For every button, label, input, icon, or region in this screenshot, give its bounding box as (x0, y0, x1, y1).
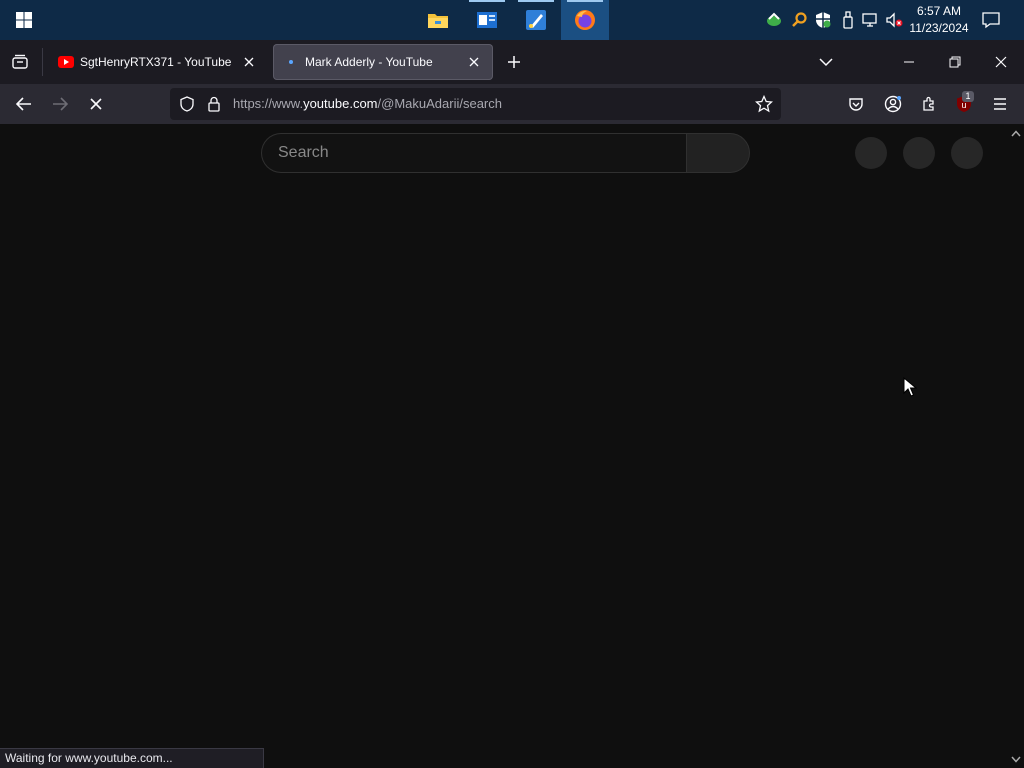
tab-list-icon (12, 54, 28, 69)
account-icon (884, 95, 902, 113)
youtube-favicon-icon (58, 56, 74, 68)
browser-tab-strip: SgtHenryRTX371 - YouTube Mark Adderly - … (0, 40, 1024, 84)
firefox-icon (575, 10, 595, 30)
header-placeholder-button[interactable] (951, 137, 983, 169)
mail-app-icon (477, 12, 497, 28)
puzzle-piece-icon (923, 96, 934, 111)
firefox-view-button[interactable] (6, 48, 34, 76)
account-button[interactable] (879, 90, 907, 118)
plus-icon (508, 56, 520, 68)
system-clock[interactable]: 6:57 AM 11/23/2024 (904, 3, 974, 37)
search-button[interactable] (686, 133, 750, 173)
scroll-down-arrow-icon[interactable] (1010, 753, 1022, 765)
list-all-tabs-button[interactable] (812, 48, 840, 76)
address-bar[interactable]: https://www.youtube.com/@MakuAdarii/sear… (170, 88, 781, 120)
new-tab-button[interactable] (500, 48, 528, 76)
forward-button[interactable] (46, 90, 74, 118)
extension-badge: 1 (962, 91, 974, 102)
taskbar-paint[interactable] (512, 0, 560, 40)
header-placeholder-button[interactable] (903, 137, 935, 169)
mouse-pointer-icon (903, 376, 918, 402)
network-icon[interactable] (861, 10, 881, 30)
stop-loading-button[interactable] (82, 90, 110, 118)
search-tool-icon[interactable] (789, 10, 809, 30)
arrow-right-icon (53, 97, 68, 111)
notification-icon (982, 12, 1000, 29)
minimize-icon (904, 61, 914, 63)
navigation-toolbar: https://www.youtube.com/@MakuAdarii/sear… (0, 84, 1024, 124)
restore-button[interactable] (932, 40, 978, 84)
lock-icon[interactable] (207, 96, 221, 117)
youtube-page (0, 124, 1024, 768)
windows-taskbar: 6:57 AM 11/23/2024 (0, 0, 1024, 40)
tab-sgthenryrtx371[interactable]: SgtHenryRTX371 - YouTube (48, 44, 268, 80)
tab-close-icon[interactable] (240, 53, 258, 71)
tab-separator (42, 48, 43, 76)
url-path: /@MakuAdarii/search (377, 96, 502, 111)
status-bar: Waiting for www.youtube.com... (0, 748, 264, 768)
security-shield-icon[interactable] (813, 10, 833, 30)
close-icon (90, 98, 102, 110)
windows-logo-icon (16, 12, 32, 28)
youtube-search-box[interactable] (261, 133, 687, 173)
folder-icon (428, 14, 448, 28)
action-center-button[interactable] (978, 8, 1004, 32)
back-button[interactable] (10, 90, 38, 118)
tracking-protection-shield-icon[interactable] (179, 96, 195, 117)
url-text[interactable]: https://www.youtube.com/@MakuAdarii/sear… (233, 96, 502, 111)
volume-muted-icon[interactable] (884, 10, 904, 30)
arrow-left-icon (16, 97, 31, 111)
tab-close-icon[interactable] (465, 53, 483, 71)
network-share-icon[interactable] (764, 10, 784, 30)
bookmark-star-icon[interactable] (754, 94, 774, 118)
hamburger-menu-icon (994, 98, 1006, 110)
tab-mark-adderly[interactable]: Mark Adderly - YouTube (273, 44, 493, 80)
close-icon (995, 56, 1007, 68)
loading-dot-icon (283, 56, 299, 68)
url-domain: youtube.com (303, 96, 378, 111)
header-placeholder-button[interactable] (855, 137, 887, 169)
close-window-button[interactable] (978, 40, 1024, 84)
taskbar-firefox[interactable] (561, 0, 609, 40)
restore-icon (949, 56, 961, 68)
chevron-down-icon (819, 58, 833, 67)
clock-time: 6:57 AM (916, 4, 962, 18)
url-prefix: https://www. (233, 96, 304, 111)
taskbar-file-explorer[interactable] (414, 0, 462, 40)
clock-date: 11/23/2024 (909, 21, 969, 35)
usb-device-icon[interactable] (838, 10, 858, 30)
scroll-up-arrow-icon[interactable] (1010, 127, 1022, 139)
tab-title: Mark Adderly - YouTube (305, 55, 433, 69)
search-input[interactable] (278, 134, 678, 172)
app-menu-button[interactable] (986, 90, 1014, 118)
paint-app-icon (526, 10, 546, 30)
taskbar-outlook[interactable] (463, 0, 511, 40)
pocket-icon (849, 98, 863, 111)
minimize-button[interactable] (886, 40, 932, 84)
pocket-button[interactable] (842, 90, 870, 118)
tab-title: SgtHenryRTX371 - YouTube (80, 55, 232, 69)
start-button[interactable] (0, 0, 48, 40)
extensions-button[interactable] (915, 90, 943, 118)
